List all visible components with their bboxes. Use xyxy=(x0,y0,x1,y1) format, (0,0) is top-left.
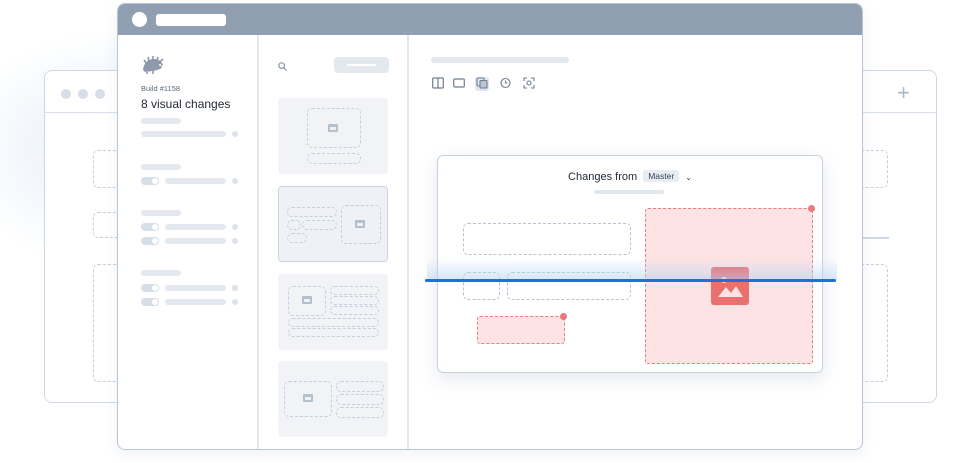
placeholder-line xyxy=(336,407,384,418)
image-icon xyxy=(303,394,313,402)
single-view-icon[interactable] xyxy=(452,77,466,91)
placeholder-line xyxy=(287,233,307,243)
skeleton-line xyxy=(165,238,226,244)
window-control[interactable] xyxy=(132,12,147,27)
skeleton-line xyxy=(141,131,226,137)
hedgehog-logo-icon xyxy=(141,56,165,79)
toggle[interactable] xyxy=(141,298,159,306)
status-dot xyxy=(232,285,238,291)
split-view-icon[interactable] xyxy=(431,77,445,91)
placeholder-line xyxy=(287,207,337,217)
window-dot xyxy=(61,89,71,99)
placeholder-block xyxy=(463,223,631,255)
filter-button[interactable] xyxy=(334,57,389,73)
placeholder-line xyxy=(336,394,384,405)
status-dot xyxy=(232,131,238,137)
snapshot-card-selected[interactable] xyxy=(278,186,388,262)
placeholder-line xyxy=(287,220,301,230)
placeholder-line xyxy=(288,318,379,327)
comparison-heading: Changes from xyxy=(568,171,638,183)
skeleton-line xyxy=(165,178,226,184)
skeleton-line xyxy=(141,164,181,170)
search-icon[interactable] xyxy=(278,62,287,74)
skeleton-line xyxy=(165,224,226,230)
toggle[interactable] xyxy=(141,177,159,185)
placeholder-line xyxy=(336,381,384,392)
comparison-header: Changes from Master ⌄ xyxy=(438,170,822,183)
status-dot xyxy=(232,224,238,230)
skeleton-line xyxy=(141,270,181,276)
skeleton-line xyxy=(431,57,569,63)
placeholder-line xyxy=(330,306,379,315)
focus-icon[interactable] xyxy=(522,77,536,91)
skeleton-line xyxy=(594,190,664,194)
change-marker[interactable] xyxy=(808,205,815,212)
list-divider xyxy=(407,35,409,449)
visual-changes-count: 8 visual changes xyxy=(141,97,231,111)
changed-region[interactable] xyxy=(477,316,565,344)
image-icon xyxy=(355,220,365,228)
snapshot-card[interactable] xyxy=(278,274,388,350)
status-dot xyxy=(232,178,238,184)
scan-glow xyxy=(427,258,837,280)
placeholder-line xyxy=(330,296,379,305)
history-icon[interactable] xyxy=(499,77,513,91)
status-dot xyxy=(232,238,238,244)
image-icon xyxy=(302,296,312,304)
build-number: Build #1158 xyxy=(141,84,181,93)
placeholder-line xyxy=(330,286,379,295)
placeholder-line xyxy=(307,153,361,164)
placeholder-line xyxy=(302,220,337,230)
title-bar xyxy=(118,4,862,35)
toggle[interactable] xyxy=(141,223,159,231)
placeholder-line xyxy=(288,328,379,337)
skeleton-line xyxy=(141,118,181,124)
chevron-down-icon[interactable]: ⌄ xyxy=(685,173,692,182)
window-title-placeholder xyxy=(156,14,226,26)
window-dot xyxy=(95,89,105,99)
diff-view-icon[interactable] xyxy=(475,77,489,91)
image-icon xyxy=(328,124,338,132)
status-dot xyxy=(232,299,238,305)
toggle[interactable] xyxy=(141,284,159,292)
skeleton-line xyxy=(165,285,226,291)
plus-icon[interactable]: + xyxy=(897,80,910,106)
toggle[interactable] xyxy=(141,237,159,245)
scan-line xyxy=(425,279,836,282)
branch-selector[interactable]: Master xyxy=(643,170,680,182)
snapshot-card[interactable] xyxy=(278,98,388,174)
snapshot-card[interactable] xyxy=(278,361,388,437)
sidebar-divider xyxy=(257,35,259,449)
change-marker[interactable] xyxy=(560,313,567,320)
skeleton-line xyxy=(141,210,181,216)
window-dot xyxy=(78,89,88,99)
skeleton-line xyxy=(165,299,226,305)
